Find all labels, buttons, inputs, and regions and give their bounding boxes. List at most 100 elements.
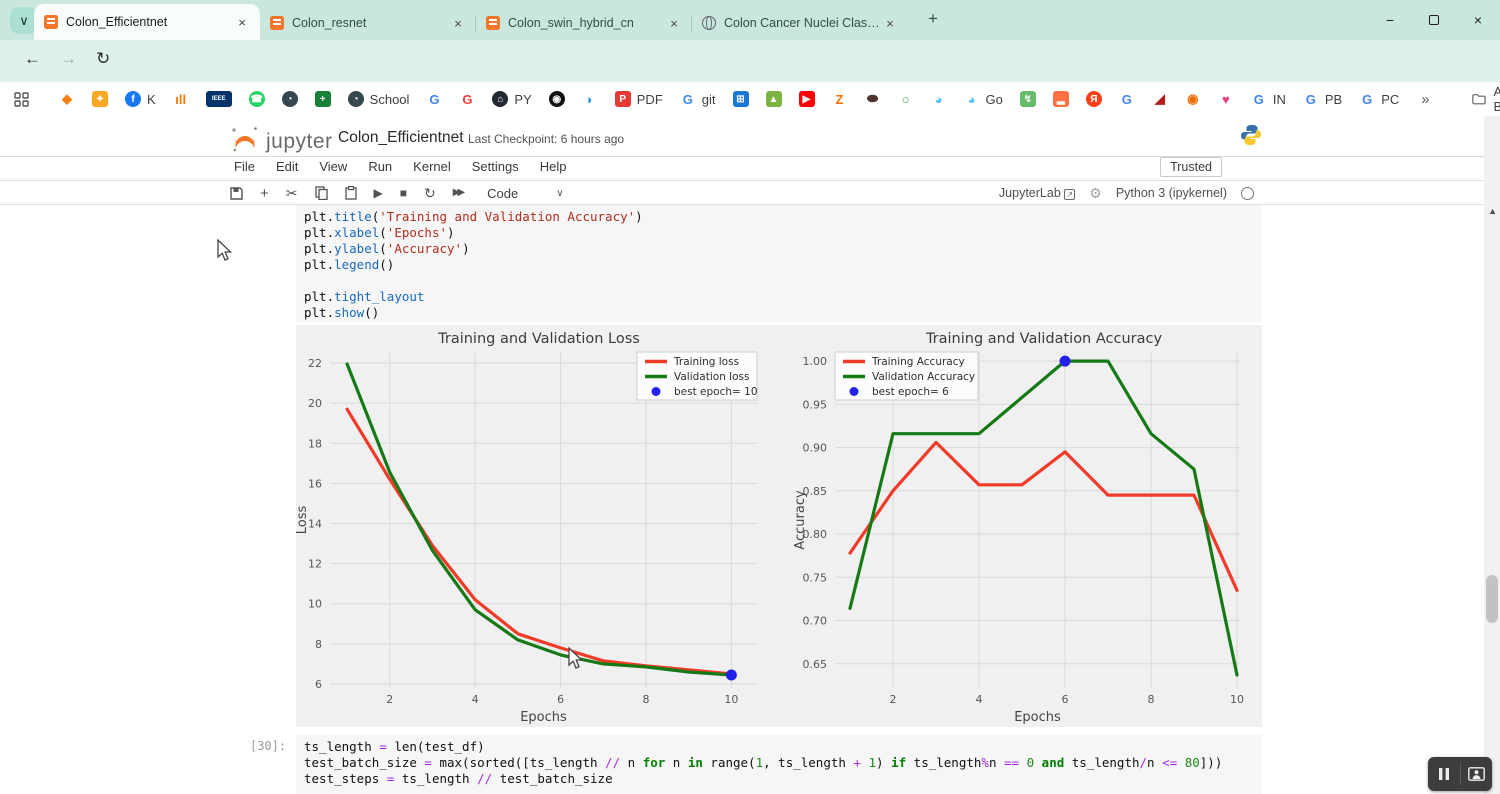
reload-button[interactable]: ↻ bbox=[96, 49, 110, 69]
whale-bookmark[interactable]: ◗ bbox=[582, 91, 598, 107]
browser-tab-colon-efficientnet[interactable]: Colon_Efficientnet× bbox=[34, 4, 260, 40]
google-pc-bookmark[interactable]: GPC bbox=[1359, 91, 1399, 107]
facebook-bookmark[interactable]: fK bbox=[125, 91, 156, 107]
page-scrollbar[interactable]: ▲ bbox=[1484, 116, 1500, 794]
leaf-bookmark[interactable]: ↯ bbox=[1020, 91, 1036, 107]
maximize-button[interactable] bbox=[1412, 12, 1456, 28]
gear-icon[interactable]: ⚙ bbox=[1089, 185, 1102, 202]
browser-tab-colon-swin-hybrid-cn[interactable]: Colon_swin_hybrid_cn× bbox=[476, 6, 692, 40]
menu-help[interactable]: Help bbox=[540, 159, 567, 174]
screen: ∨ Colon_Efficientnet×Colon_resnet×Colon_… bbox=[0, 0, 1500, 794]
swirl-bookmark-1[interactable]: ◕ bbox=[931, 91, 947, 107]
menu-view[interactable]: View bbox=[319, 159, 347, 174]
analytics-bookmark[interactable]: ıll bbox=[173, 91, 189, 107]
sheets-bookmark[interactable]: + bbox=[315, 91, 331, 107]
z-bookmark[interactable]: Z bbox=[832, 91, 848, 107]
restart-kernel-icon[interactable]: ↻ bbox=[424, 186, 436, 200]
apps-grid-icon[interactable] bbox=[14, 92, 29, 107]
browser-tab-colon-cancer-nuclei-classificati[interactable]: Colon Cancer Nuclei Classificati× bbox=[692, 6, 908, 40]
y-tick-label: 20 bbox=[308, 397, 322, 410]
scrollbar-thumb[interactable] bbox=[1486, 575, 1498, 623]
tab-close-icon[interactable]: × bbox=[666, 15, 682, 31]
tab-close-icon[interactable]: × bbox=[882, 15, 898, 31]
bookmark-label: PDF bbox=[637, 92, 663, 107]
code-line: plt.tight_layout bbox=[304, 289, 1254, 305]
pause-recording-button[interactable] bbox=[1428, 757, 1460, 791]
menu-edit[interactable]: Edit bbox=[276, 159, 298, 174]
oval-bookmark[interactable]: ⬬ bbox=[865, 91, 881, 107]
tab-close-icon[interactable]: × bbox=[450, 15, 466, 31]
yandex-bookmark[interactable]: Я bbox=[1086, 91, 1102, 107]
heart-bookmark[interactable]: ♥ bbox=[1218, 91, 1234, 107]
matlab-bookmark[interactable]: ◢ bbox=[1152, 91, 1168, 107]
new-tab-button[interactable]: + bbox=[928, 9, 938, 29]
google-bookmark-2[interactable]: G bbox=[459, 91, 475, 107]
bookmarks-overflow-icon[interactable]: » bbox=[1421, 91, 1429, 108]
google-git-bookmark[interactable]: Ggit bbox=[680, 91, 716, 107]
ring-bookmark[interactable]: ○ bbox=[898, 91, 914, 107]
swirl-bookmark-2[interactable]: ◕Go bbox=[964, 91, 1003, 107]
matplotlib-output-figure: 2468106810121416182022Training and Valid… bbox=[296, 325, 1262, 727]
kite-bookmark[interactable]: ◆ bbox=[59, 91, 75, 107]
notebook-title[interactable]: Colon_Efficientnet bbox=[338, 129, 464, 147]
github-bookmark[interactable]: ⌂PY bbox=[492, 91, 531, 107]
menu-kernel[interactable]: Kernel bbox=[413, 159, 451, 174]
minimize-button[interactable]: − bbox=[1368, 12, 1412, 28]
y-tick-label: 0.90 bbox=[803, 442, 828, 455]
scroll-up-arrow[interactable]: ▲ bbox=[1488, 206, 1497, 216]
eye-bookmark[interactable]: ◉ bbox=[1185, 91, 1201, 107]
code-cell-input[interactable]: plt.title('Training and Validation Accur… bbox=[296, 205, 1262, 322]
orange-app-bookmark[interactable]: ✦ bbox=[92, 91, 108, 107]
globe-bookmark[interactable]: ◔ bbox=[282, 91, 298, 107]
run-cell-icon[interactable]: ▶ bbox=[374, 187, 383, 199]
webcam-toggle-button[interactable] bbox=[1461, 757, 1493, 791]
forward-button[interactable]: → bbox=[60, 49, 77, 69]
android-bookmark[interactable]: ▲ bbox=[766, 91, 782, 107]
matlab-bookmark-icon: ◢ bbox=[1152, 91, 1168, 107]
add-cell-icon[interactable]: + bbox=[260, 186, 269, 201]
back-button[interactable]: ← bbox=[24, 49, 41, 69]
menu-settings[interactable]: Settings bbox=[472, 159, 519, 174]
kernel-status-icon bbox=[1241, 187, 1254, 200]
notebook-file-icon bbox=[270, 16, 284, 30]
close-window-button[interactable]: × bbox=[1456, 12, 1500, 28]
docker-bookmark-icon: ⊞ bbox=[733, 91, 749, 107]
jupyter-logo[interactable]: jupyter bbox=[228, 124, 333, 154]
wheel-bookmark[interactable]: ◉ bbox=[549, 91, 565, 107]
google-bookmark-3-icon: G bbox=[1119, 91, 1135, 107]
google-bookmark-1[interactable]: G bbox=[426, 91, 442, 107]
y-tick-label: 16 bbox=[308, 477, 322, 490]
restart-run-all-icon[interactable]: ▶▶ bbox=[453, 188, 462, 198]
whatsapp-bookmark[interactable]: ☎ bbox=[249, 91, 265, 107]
copy-cell-icon[interactable] bbox=[315, 186, 328, 200]
python-logo-icon bbox=[1240, 124, 1262, 151]
google-bookmark-3[interactable]: G bbox=[1119, 91, 1135, 107]
tab-close-icon[interactable]: × bbox=[234, 14, 250, 30]
paste-cell-icon[interactable] bbox=[345, 186, 357, 200]
interrupt-kernel-icon[interactable]: ■ bbox=[400, 187, 407, 199]
cell-type-dropdown[interactable]: Code ∨ bbox=[487, 186, 563, 201]
cut-cell-icon[interactable]: ✂ bbox=[286, 186, 298, 200]
x-tick-label: 4 bbox=[472, 693, 479, 706]
open-jupyterlab-link[interactable]: JupyterLab ↗ bbox=[999, 186, 1075, 200]
trusted-badge[interactable]: Trusted bbox=[1160, 157, 1222, 177]
browser-tab-colon-resnet[interactable]: Colon_resnet× bbox=[260, 6, 476, 40]
youtube-bookmark[interactable]: ▶ bbox=[799, 91, 815, 107]
google-pb-bookmark[interactable]: GPB bbox=[1303, 91, 1342, 107]
school-bookmark[interactable]: ◔School bbox=[348, 91, 410, 107]
tab-title: Colon Cancer Nuclei Classificati bbox=[724, 16, 882, 30]
all-bookmarks-button[interactable]: All Bookmarks bbox=[1472, 84, 1500, 114]
code-line bbox=[304, 273, 1254, 289]
docker-bookmark[interactable]: ⊞ bbox=[733, 91, 749, 107]
pdf-bookmark[interactable]: PPDF bbox=[615, 91, 663, 107]
ieee-bookmark[interactable]: IEEE bbox=[206, 91, 232, 107]
menu-file[interactable]: File bbox=[234, 159, 255, 174]
kernel-name[interactable]: Python 3 (ipykernel) bbox=[1116, 186, 1227, 200]
y-tick-label: 0.95 bbox=[803, 398, 828, 411]
cloud-bookmark[interactable]: ▂ bbox=[1053, 91, 1069, 107]
google-in-bookmark[interactable]: GIN bbox=[1251, 91, 1286, 107]
save-icon[interactable] bbox=[230, 187, 243, 200]
y-tick-label: 1.00 bbox=[803, 355, 828, 368]
code-cell-input-2[interactable]: ts_length = len(test_df)test_batch_size … bbox=[296, 735, 1262, 794]
menu-run[interactable]: Run bbox=[368, 159, 392, 174]
